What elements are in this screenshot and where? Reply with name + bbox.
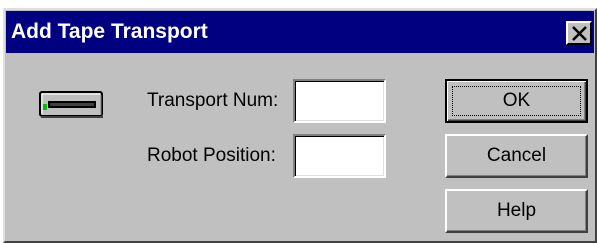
- close-button[interactable]: [566, 21, 592, 45]
- add-tape-transport-dialog: Add Tape Transport Transport Num: Robot …: [3, 8, 597, 243]
- transport-num-label: Transport Num:: [147, 90, 279, 111]
- robot-position-input[interactable]: [293, 134, 386, 178]
- ok-label: OK: [452, 86, 581, 116]
- robot-position-label: Robot Position:: [147, 145, 276, 166]
- title-bar[interactable]: Add Tape Transport: [6, 11, 594, 53]
- cancel-button[interactable]: Cancel: [445, 134, 588, 178]
- help-button[interactable]: Help: [445, 189, 588, 233]
- tape-drive-icon: [39, 91, 103, 118]
- close-icon: [572, 26, 587, 41]
- transport-num-input[interactable]: [293, 79, 386, 123]
- ok-button[interactable]: OK: [445, 79, 588, 123]
- dialog-title: Add Tape Transport: [11, 20, 208, 43]
